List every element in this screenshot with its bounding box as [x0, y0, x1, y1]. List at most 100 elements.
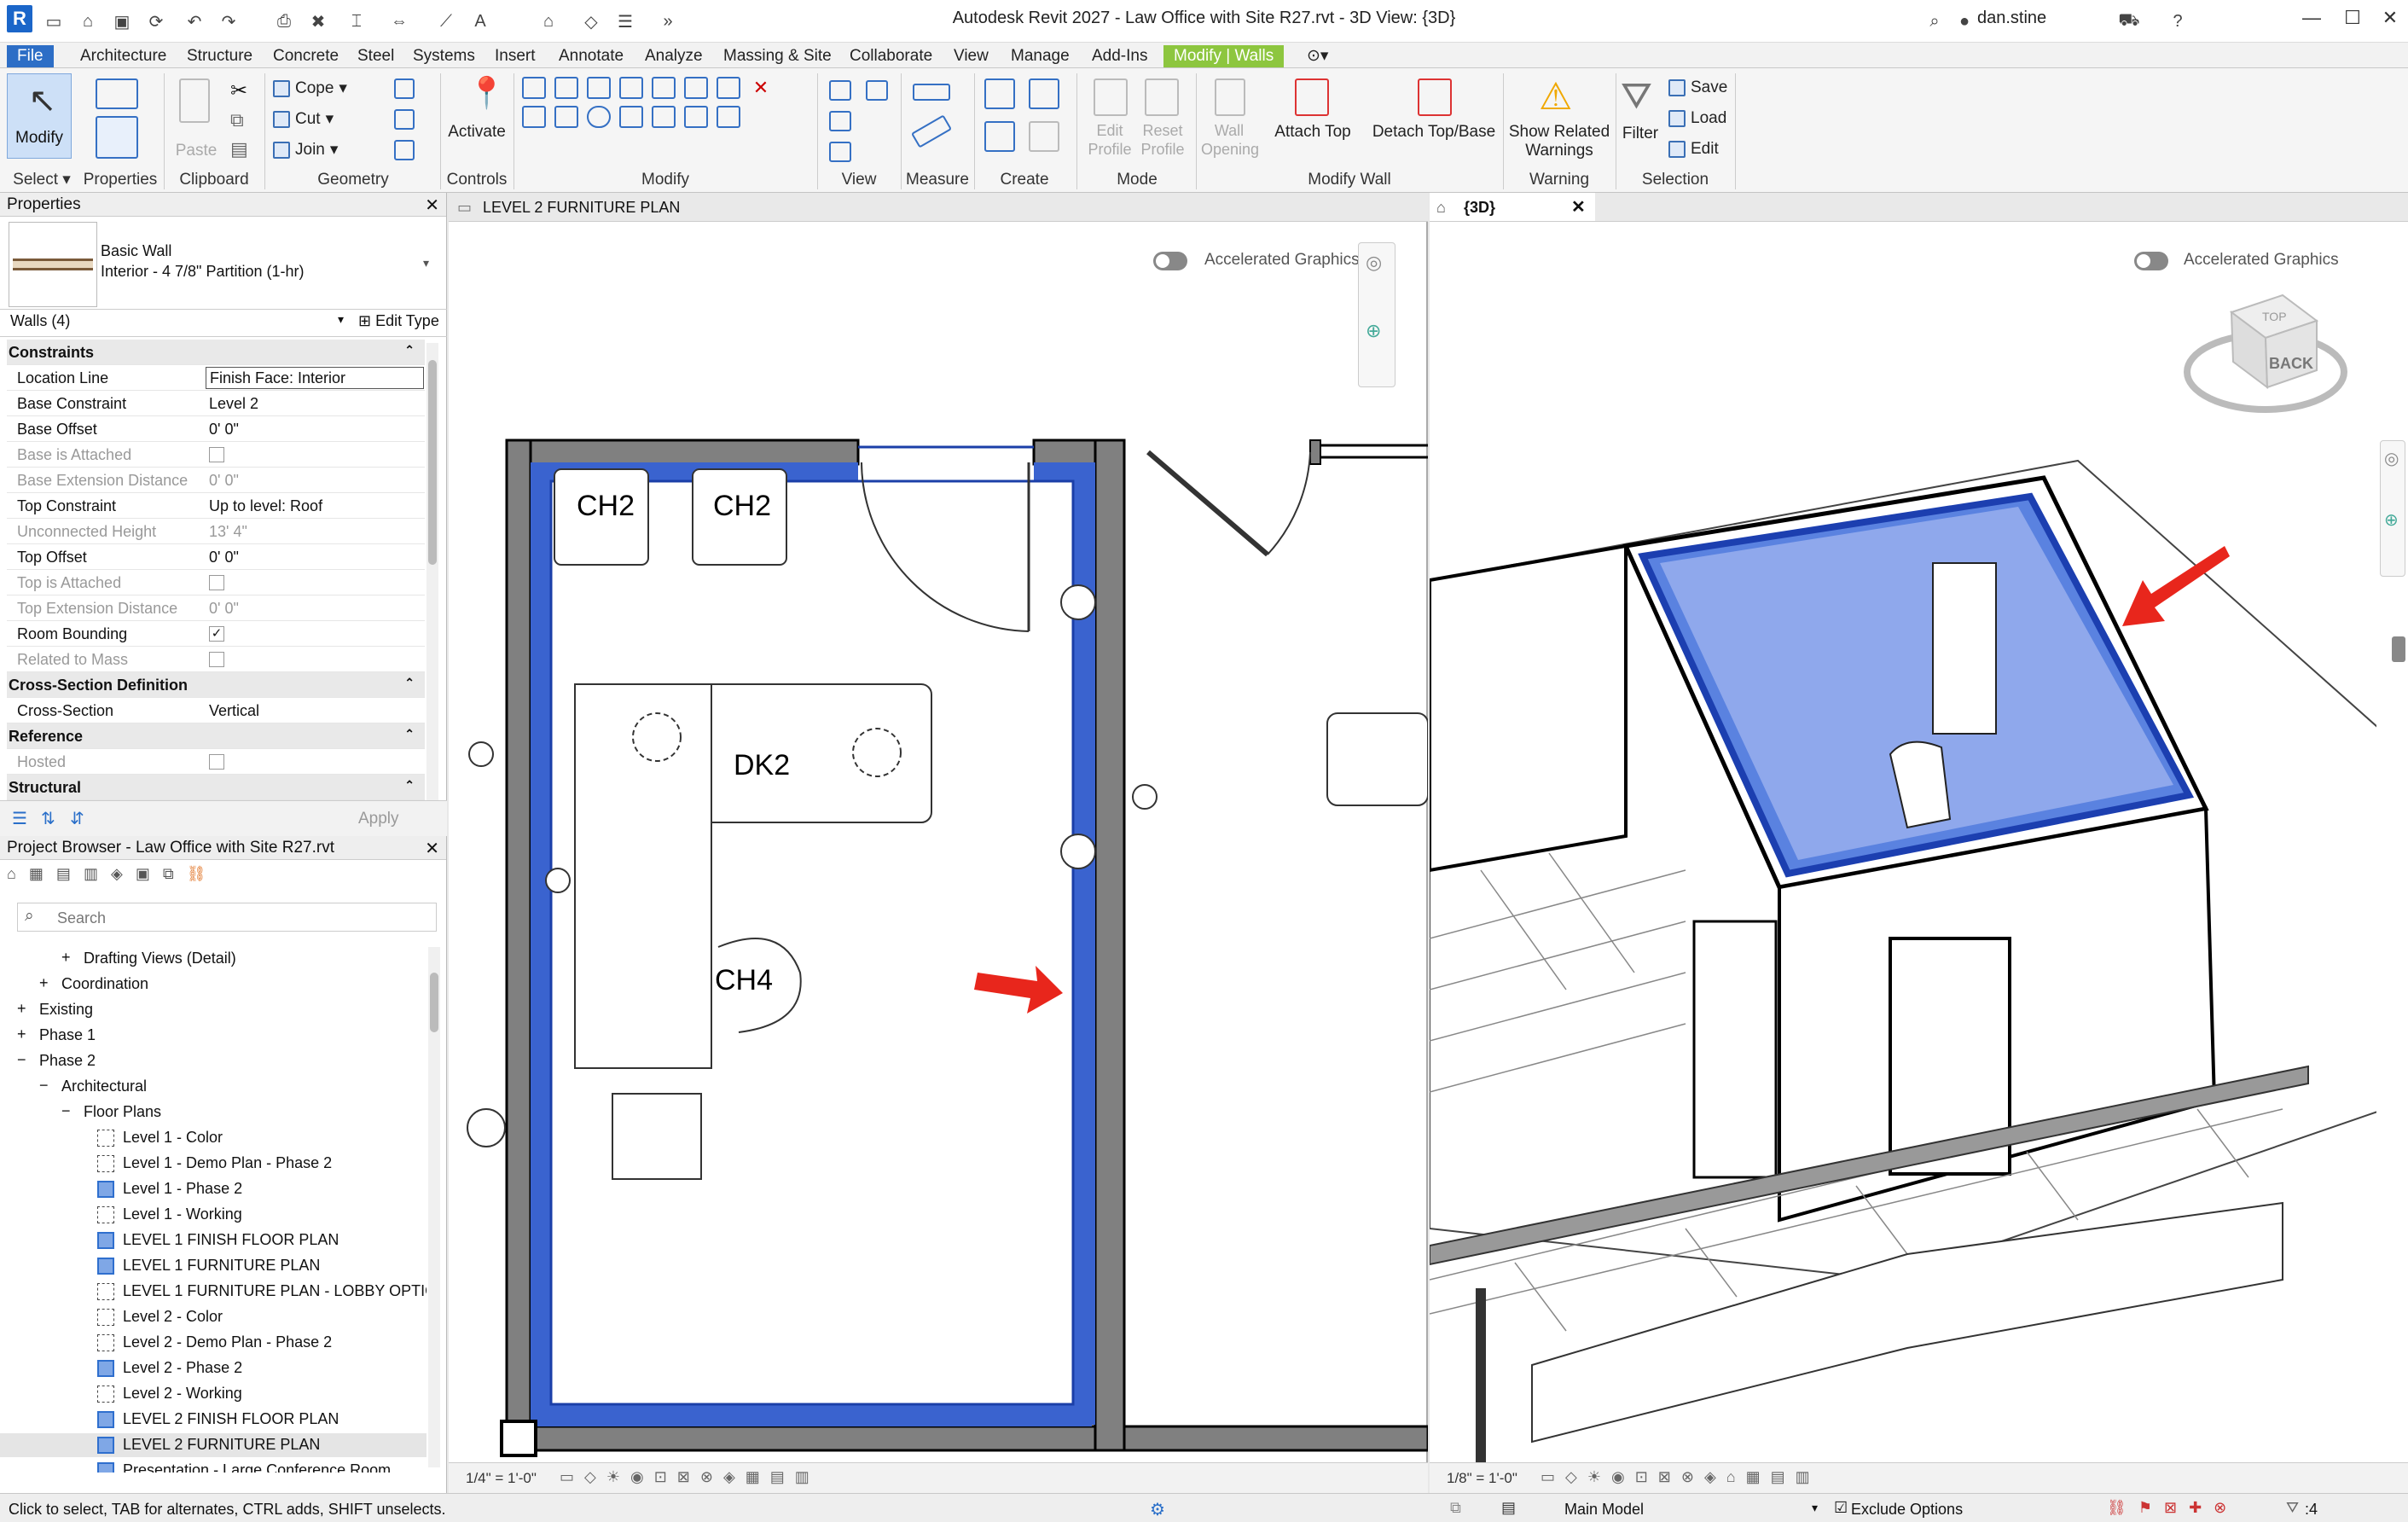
- browser-item[interactable]: Level 2 - Phase 2: [0, 1356, 426, 1380]
- plan-view-window[interactable]: ▭ LEVEL 2 FURNITURE PLAN Accelerated Gra…: [449, 193, 1428, 1493]
- collapse-icon[interactable]: ⌃: [404, 676, 415, 690]
- trim-multiple-icon[interactable]: [717, 106, 740, 128]
- expand-icon[interactable]: +: [17, 1000, 26, 1018]
- property-value[interactable]: 0' 0": [209, 472, 239, 490]
- browser-scrollbar[interactable]: [428, 947, 440, 1467]
- search-input[interactable]: Search: [57, 909, 106, 927]
- paste-button[interactable]: Paste: [175, 142, 218, 160]
- plan-canvas[interactable]: CH2 CH2 DK2 CH4: [449, 222, 1428, 1483]
- property-section-header[interactable]: Structural ⌃: [7, 775, 425, 800]
- pin-icon[interactable]: [684, 77, 708, 99]
- browser-item[interactable]: + Phase 1: [0, 1024, 426, 1048]
- view-extra-icon[interactable]: [866, 80, 888, 101]
- zoom-icon[interactable]: ⊕: [2384, 509, 2399, 531]
- array-icon[interactable]: [652, 106, 676, 128]
- copy-icon[interactable]: ⧉: [230, 109, 244, 131]
- maximize-button[interactable]: ☐: [2335, 7, 2370, 32]
- browser-item[interactable]: Level 2 - Demo Plan - Phase 2: [0, 1331, 426, 1355]
- property-checkbox[interactable]: ✓: [209, 626, 224, 642]
- browser-item[interactable]: Level 1 - Working: [0, 1203, 426, 1227]
- collapse-icon[interactable]: ⌃: [404, 778, 415, 793]
- create-assembly-icon[interactable]: [984, 121, 1015, 152]
- property-value[interactable]: 13' 4": [209, 523, 247, 541]
- create-part-icon[interactable]: [984, 78, 1015, 109]
- categorize-icon[interactable]: ☰: [12, 808, 27, 829]
- property-checkbox[interactable]: [209, 575, 224, 590]
- measure-icon[interactable]: [913, 84, 950, 101]
- type-dropdown-icon[interactable]: ▾: [423, 256, 429, 270]
- main-model-dropdown-icon[interactable]: ▾: [1812, 1501, 1818, 1515]
- split-icon[interactable]: [652, 77, 676, 99]
- split-face-icon[interactable]: [394, 78, 415, 99]
- close-icon[interactable]: ✕: [425, 838, 439, 859]
- tab-modify-walls[interactable]: Modify | Walls: [1163, 45, 1285, 67]
- type-name[interactable]: Interior - 4 7/8" Partition (1-hr): [101, 263, 304, 281]
- properties-scrollbar[interactable]: [426, 343, 438, 821]
- close-tab-icon[interactable]: ✕: [1571, 193, 1586, 222]
- browser-item[interactable]: Level 2 - Color: [0, 1305, 426, 1329]
- edit-type-button[interactable]: ⊞ Edit Type: [358, 312, 439, 330]
- browser-item[interactable]: + Existing: [0, 998, 426, 1022]
- groups-icon[interactable]: ▣: [136, 865, 150, 882]
- type-family[interactable]: Basic Wall: [101, 242, 171, 260]
- property-section-header[interactable]: Constraints ⌃: [7, 340, 425, 365]
- property-section-header[interactable]: Reference ⌃: [7, 723, 425, 749]
- property-value[interactable]: 0' 0": [209, 421, 239, 439]
- unpin-icon[interactable]: [717, 77, 740, 99]
- browser-item[interactable]: LEVEL 2 FURNITURE PLAN: [0, 1433, 426, 1457]
- trim-icon[interactable]: [619, 106, 643, 128]
- reset-profile-button[interactable]: Reset Profile: [1136, 121, 1189, 159]
- delete-icon[interactable]: ✕: [749, 77, 773, 99]
- tab-file[interactable]: File: [7, 45, 54, 67]
- exclude-options-checkbox[interactable]: ☑: [1834, 1499, 1848, 1517]
- tab-manage[interactable]: Manage: [1001, 45, 1080, 67]
- 3d-view-tab[interactable]: ⌂ {3D} ✕: [1430, 193, 1595, 222]
- 3d-view-window[interactable]: ⌂ {3D} ✕ Accelerated Graphics BACK TOP ◎…: [1430, 193, 2408, 1493]
- activate-icon[interactable]: 📍: [467, 75, 506, 111]
- families-icon[interactable]: ◈: [111, 865, 123, 882]
- property-value[interactable]: 0' 0": [209, 549, 239, 566]
- browser-item[interactable]: LEVEL 2 FINISH FLOOR PLAN: [0, 1408, 426, 1432]
- property-section-header[interactable]: Cross-Section Definition ⌃: [7, 672, 425, 698]
- detach-top-base-button[interactable]: Detach Top/Base: [1370, 123, 1498, 142]
- wall-opening-icon[interactable]: [1215, 78, 1245, 116]
- links-icon[interactable]: ⧉: [163, 865, 174, 882]
- browser-item[interactable]: − Phase 2: [0, 1049, 426, 1073]
- steering-wheel-icon[interactable]: ◎: [2384, 448, 2399, 469]
- override-graphics-icon[interactable]: [829, 111, 851, 131]
- worksets-icon[interactable]: ⚙: [1150, 1499, 1165, 1520]
- collapse-icon[interactable]: ⌃: [404, 727, 415, 741]
- main-model-select[interactable]: Main Model: [1564, 1501, 1644, 1519]
- search-binoculars-icon[interactable]: ⌕: [1923, 10, 1946, 32]
- browser-item[interactable]: LEVEL 1 FURNITURE PLAN: [0, 1254, 426, 1278]
- expand-icon[interactable]: +: [39, 974, 49, 992]
- view-control-icons[interactable]: ▭◇☀◉⊡⊠⊗◈⌂▦▤▥: [1541, 1468, 1820, 1486]
- filter-button[interactable]: Filter: [1619, 125, 1662, 143]
- browser-item[interactable]: LEVEL 1 FINISH FLOOR PLAN: [0, 1229, 426, 1252]
- selection-option-icons[interactable]: ⛓⚑⊠✚⊗: [2107, 1499, 2238, 1517]
- detach-top-base-icon[interactable]: [1418, 78, 1452, 116]
- browser-item[interactable]: − Floor Plans: [0, 1101, 426, 1124]
- cart-icon[interactable]: ⛟: [2118, 10, 2140, 32]
- reset-profile-icon[interactable]: [1145, 78, 1179, 116]
- move-icon[interactable]: [522, 106, 546, 128]
- tab-add-ins[interactable]: Add-Ins: [1082, 45, 1158, 67]
- cope-button[interactable]: Cope ▾: [273, 78, 347, 98]
- dimension-aligned-icon[interactable]: [910, 114, 953, 148]
- scale-icon[interactable]: [684, 106, 708, 128]
- 3d-canvas[interactable]: [1430, 222, 2376, 1462]
- match-properties-icon[interactable]: ▤: [230, 138, 248, 160]
- save-selection-button[interactable]: Save: [1668, 78, 1727, 97]
- tab-insert[interactable]: Insert: [485, 45, 546, 67]
- browser-item[interactable]: − Architectural: [0, 1075, 426, 1099]
- tab-concrete[interactable]: Concrete: [263, 45, 349, 67]
- select-dropdown[interactable]: Select ▾: [9, 169, 75, 191]
- filter-icon[interactable]: ⛛: [1621, 75, 1652, 118]
- browser-item[interactable]: + Coordination: [0, 973, 426, 996]
- mirror-draw-icon[interactable]: [619, 77, 643, 99]
- minimize-button[interactable]: —: [2295, 7, 2329, 32]
- modify-button[interactable]: ↖ Modify: [7, 73, 72, 159]
- wall-opening-button[interactable]: Wall Opening: [1201, 121, 1259, 159]
- mirror-axis-icon[interactable]: [587, 77, 611, 99]
- attach-top-button[interactable]: Attach Top: [1266, 123, 1360, 142]
